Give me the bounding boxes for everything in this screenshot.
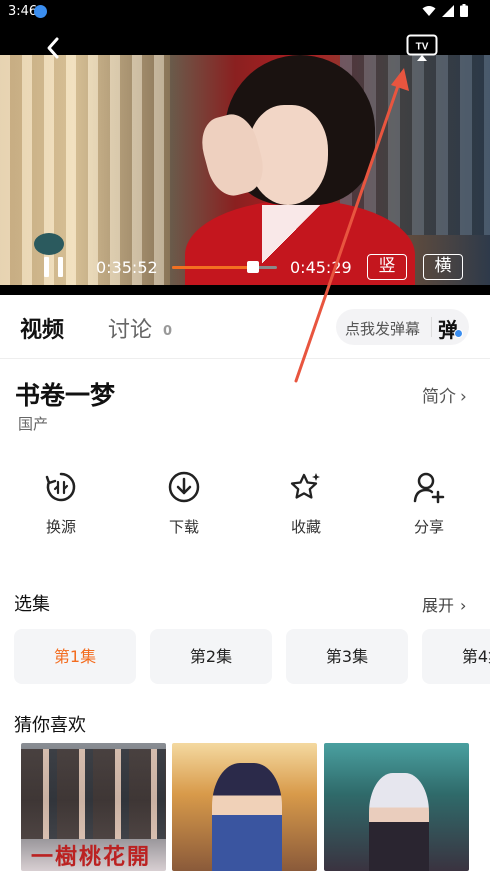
action-row: 换源 下载 收藏 分享 (0, 470, 490, 550)
show-region: 国产 (18, 415, 49, 433)
intro-label: 简介 (422, 387, 456, 407)
status-time: 3:46 (8, 4, 38, 19)
episodes-expand-link[interactable]: 展开 › (422, 592, 466, 616)
share-user-icon (413, 472, 445, 504)
tv-cast-icon: TV (406, 34, 438, 61)
episodes-header: 选集 (14, 594, 50, 615)
episode-item[interactable]: 第2集 (150, 629, 272, 684)
cast-tv-button[interactable]: TV (406, 34, 438, 61)
system-icons (422, 4, 468, 17)
danmu-input[interactable]: 点我发弹幕 弹 (336, 309, 469, 345)
chevron-right-icon: › (460, 387, 467, 407)
danmu-status-icon (454, 329, 463, 338)
status-bar: 3:46 (0, 0, 490, 24)
total-time: 0:45:29 (290, 258, 352, 277)
recommend-poster[interactable] (324, 743, 469, 871)
tab-video[interactable]: 视频 (20, 312, 64, 344)
download-icon (168, 471, 200, 503)
favorite-label: 收藏 (290, 518, 321, 536)
chevron-left-icon (47, 37, 59, 59)
share-label: 分享 (413, 518, 444, 536)
content-tabs: 视频 讨论 0 点我发弹幕 弹 (0, 295, 490, 359)
danmu-placeholder[interactable]: 点我发弹幕 (345, 318, 420, 339)
download-label: 下载 (168, 518, 199, 536)
favorite-button[interactable]: 收藏 (261, 470, 351, 550)
back-button[interactable] (40, 34, 68, 62)
tab-discussion[interactable]: 讨论 (108, 312, 152, 344)
progress-bar[interactable] (172, 261, 277, 273)
recommend-poster[interactable] (172, 743, 317, 871)
favorite-star-icon (290, 473, 320, 499)
danmu-divider (431, 317, 432, 337)
portrait-button[interactable]: 竖 (367, 254, 407, 280)
battery-icon (460, 4, 468, 17)
pause-bar-left (44, 257, 49, 277)
poster-title-art: 一樹桃花開 (31, 844, 152, 870)
pause-button[interactable] (44, 257, 66, 279)
cellular-signal-icon (442, 4, 454, 17)
video-frame[interactable] (0, 55, 490, 285)
wifi-icon (422, 5, 436, 16)
switch-source-label: 换源 (45, 518, 76, 536)
discussion-count: 0 (163, 324, 173, 339)
episode-item[interactable]: 第3集 (286, 629, 408, 684)
share-button[interactable]: 分享 (384, 470, 474, 550)
episodes-expand-label: 展开 (422, 596, 455, 615)
landscape-button[interactable]: 横 (423, 254, 463, 280)
chevron-right-icon: › (460, 596, 467, 615)
episode-item[interactable]: 第1集 (14, 629, 136, 684)
progress-fill (172, 266, 251, 269)
video-player[interactable]: TV 0:35:52 0:45:29 竖 横 (0, 24, 490, 295)
show-title: 书卷一梦 (15, 381, 116, 410)
switch-source-button[interactable]: 换源 (16, 470, 106, 550)
progress-knob[interactable] (246, 261, 259, 273)
recommend-poster[interactable]: 一樹桃花開 (21, 743, 166, 871)
download-notification-icon (34, 5, 47, 18)
pause-bar-right (58, 257, 63, 277)
tv-label: TV (416, 42, 429, 53)
download-button[interactable]: 下载 (139, 470, 229, 550)
player-controls: 0:35:52 0:45:29 竖 横 (0, 252, 490, 288)
switch-source-icon (45, 472, 76, 502)
intro-link[interactable]: 简介 › (422, 382, 467, 407)
current-time: 0:35:52 (96, 258, 158, 277)
episode-item[interactable]: 第4集 (422, 629, 490, 684)
episode-list: 第1集 第2集 第3集 第4集 (14, 629, 490, 684)
recommend-header: 猜你喜欢 (14, 715, 86, 736)
danmu-toggle-button[interactable]: 弹 (438, 314, 458, 343)
